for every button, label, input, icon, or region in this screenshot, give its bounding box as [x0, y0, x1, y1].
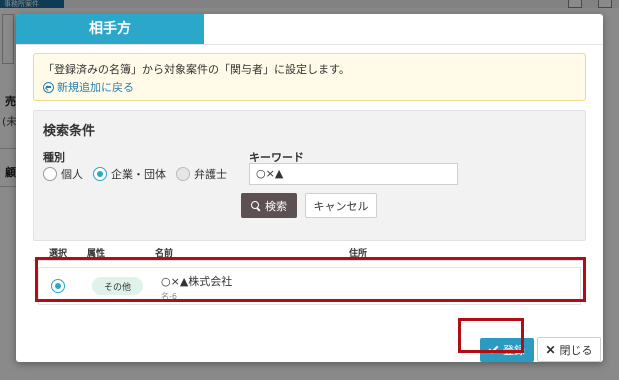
table-row[interactable]: その他 ○×▲株式会社 名-6 — [38, 267, 581, 305]
row-kana: 名-6 — [161, 292, 177, 301]
radio-button[interactable] — [93, 167, 107, 181]
close-button[interactable]: ✕ 閉じる — [537, 337, 601, 362]
notice-box: 「登録済みの名簿」から対象案件の「関与者」に設定します。 新規追加に戻る — [33, 53, 586, 101]
back-to-new-link[interactable]: 新規追加に戻る — [43, 79, 134, 95]
register-button-label: 登録 — [503, 345, 525, 357]
kind-radio-group: 個人 企業・団体 弁護士 — [43, 166, 237, 182]
column-header-attribute: 属性 — [87, 249, 106, 259]
column-header-address: 住所 — [349, 249, 368, 259]
radio-option-lawyer[interactable]: 弁護士 — [176, 166, 227, 182]
radio-button[interactable] — [43, 167, 57, 181]
cancel-button[interactable]: キャンセル — [305, 193, 377, 218]
search-button-label: 検索 — [265, 200, 287, 213]
search-title: 検索条件 — [43, 124, 96, 139]
header-divider — [16, 44, 603, 45]
radio-label: 弁護士 — [194, 168, 227, 181]
search-icon — [251, 200, 261, 211]
row-select-radio[interactable] — [51, 279, 65, 293]
radio-option-individual[interactable]: 個人 — [43, 166, 83, 182]
radio-button[interactable] — [176, 167, 190, 181]
radio-option-company[interactable]: 企業・団体 — [93, 166, 166, 182]
counterparty-modal: 相手方 「登録済みの名簿」から対象案件の「関与者」に設定します。 新規追加に戻る… — [16, 14, 603, 362]
kind-label: 種別 — [43, 151, 65, 164]
back-link-label: 新規追加に戻る — [57, 81, 134, 94]
attribute-badge: その他 — [92, 277, 143, 295]
header-divider — [33, 260, 586, 261]
close-icon: ✕ — [545, 342, 556, 357]
check-icon — [488, 343, 499, 354]
keyword-input[interactable]: ○×▲ — [249, 163, 458, 185]
register-button[interactable]: 登録 — [480, 338, 534, 362]
search-button[interactable]: 検索 — [241, 193, 297, 218]
search-panel: 検索条件 種別 キーワード 個人 企業・団体 弁護士 ○×▲ 検索 キャンセル — [33, 110, 586, 241]
row-name: ○×▲株式会社 — [161, 275, 233, 288]
radio-label: 企業・団体 — [111, 168, 166, 181]
modal-title: 相手方 — [16, 14, 204, 44]
circle-arrow-left-icon — [43, 81, 54, 93]
column-header-select: 選択 — [49, 249, 68, 259]
notice-text: 「登録済みの名簿」から対象案件の「関与者」に設定します。 — [43, 63, 350, 76]
radio-label: 個人 — [61, 168, 83, 181]
close-button-label: 閉じる — [559, 344, 593, 357]
column-header-name: 名前 — [155, 249, 174, 259]
